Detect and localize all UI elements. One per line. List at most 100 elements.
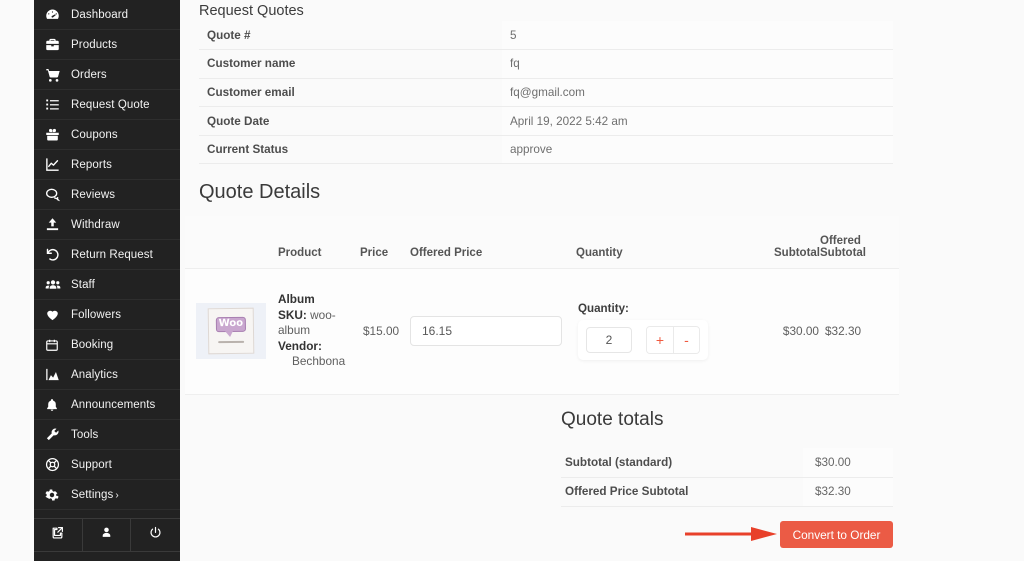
quote-totals-table: Subtotal (standard) $30.00 Offered Price…	[561, 448, 893, 507]
sidebar-item-label: Dashboard	[71, 8, 129, 21]
sketch-line	[218, 340, 245, 343]
sidebar-item-label: Settings ›	[71, 489, 119, 501]
sidebar-item-staff[interactable]: Staff	[34, 270, 180, 300]
sidebar-item-label: Products	[71, 38, 118, 51]
sidebar-item-reports[interactable]: Reports	[34, 150, 180, 180]
info-value: fq	[502, 49, 893, 79]
sidebar-item-support[interactable]: Support	[34, 450, 180, 480]
quantity-input[interactable]	[586, 327, 632, 353]
info-key: Quote #	[199, 21, 502, 51]
woo-album-image: Woo	[207, 307, 255, 355]
sidebar-item-label: Return Request	[71, 248, 153, 261]
sidebar-item-analytics[interactable]: Analytics	[34, 360, 180, 390]
col-thumbnail	[185, 216, 278, 269]
row-offered-subtotal: $32.30	[820, 268, 899, 395]
quantity-decrease-button[interactable]: -	[673, 327, 699, 353]
woo-logo-text: Woo	[218, 317, 244, 330]
sidebar-item-orders[interactable]: Orders	[34, 60, 180, 90]
table-row: Customer name fq	[199, 49, 893, 79]
col-quantity: Quantity	[576, 216, 762, 269]
totals-label: Subtotal (standard)	[561, 448, 803, 478]
right-gutter	[899, 0, 1024, 561]
quantity-stepper: + -	[578, 320, 708, 360]
table-row: Offered Price Subtotal $32.30	[561, 477, 893, 507]
sidebar-item-booking[interactable]: Booking	[34, 330, 180, 360]
sidebar-item-label: Followers	[71, 308, 122, 321]
sidebar-item-followers[interactable]: Followers	[34, 300, 180, 330]
sidebar-item-products[interactable]: Products	[34, 30, 180, 60]
table-header-row: Product Price Offered Price Quantity Sub…	[185, 216, 899, 269]
sidebar-item-announcements[interactable]: Announcements	[34, 390, 180, 420]
shopping-cart-icon	[45, 67, 71, 83]
product-name: Album	[278, 292, 315, 307]
sidebar-item-coupons[interactable]: Coupons	[34, 120, 180, 150]
table-row: Quote # 5	[199, 21, 893, 51]
table-row: Quote Date April 19, 2022 5:42 am	[199, 106, 893, 136]
sidebar-item-label: Reports	[71, 158, 112, 171]
col-offered-subtotal-line1: Offered	[820, 234, 861, 247]
annotation-arrow	[685, 527, 777, 541]
col-offered-subtotal-line2: Subtotal	[820, 246, 866, 259]
vendor-label: Vendor:	[278, 338, 322, 353]
vendor-value: Bechbona	[292, 354, 346, 369]
sidebar-item-label: Withdraw	[71, 218, 120, 231]
external-link-icon	[51, 526, 64, 544]
sidebar-item-label: Orders	[71, 68, 107, 81]
quantity-block: Quantity: + -	[576, 302, 762, 360]
info-value: 5	[502, 21, 893, 51]
sidebar-item-label: Support	[71, 458, 112, 471]
product-thumbnail-cell: Woo	[185, 268, 278, 395]
visit-store-button[interactable]	[34, 519, 83, 551]
power-icon	[149, 526, 162, 544]
app-root: Dashboard Products Orders Request Quote	[0, 0, 1024, 561]
convert-to-order-button[interactable]: Convert to Order	[780, 521, 893, 548]
table-row: Customer email fq@gmail.com	[199, 78, 893, 108]
account-button[interactable]	[83, 519, 132, 551]
wrench-icon	[45, 427, 71, 442]
totals-value: $30.00	[803, 448, 893, 478]
sidebar-item-tools[interactable]: Tools	[34, 420, 180, 450]
info-key: Customer name	[199, 49, 502, 79]
sidebar-item-dashboard[interactable]: Dashboard	[34, 0, 180, 30]
sidebar: Dashboard Products Orders Request Quote	[34, 0, 180, 561]
briefcase-icon	[45, 37, 71, 52]
users-icon	[45, 277, 71, 293]
calendar-icon	[45, 338, 71, 352]
sidebar-item-reviews[interactable]: Reviews	[34, 180, 180, 210]
quote-info-table: Quote # 5 Customer name fq Customer emai…	[199, 21, 893, 165]
chart-line-icon	[45, 157, 71, 172]
sidebar-item-label: Coupons	[71, 128, 118, 141]
info-value: approve	[502, 135, 893, 165]
lifebuoy-icon	[45, 457, 71, 472]
sidebar-item-label: Staff	[71, 278, 95, 291]
main-content: Request Quotes Quote # 5 Customer name f…	[180, 0, 1024, 561]
quantity-increase-button[interactable]: +	[647, 327, 673, 353]
sidebar-footer	[34, 518, 180, 552]
speedometer-icon	[45, 7, 71, 22]
totals-value: $32.30	[803, 477, 893, 507]
sidebar-item-request-quote[interactable]: Request Quote	[34, 90, 180, 120]
offered-price-cell	[410, 268, 576, 395]
totals-label: Offered Price Subtotal	[561, 477, 803, 507]
table-row: Current Status approve	[199, 135, 893, 165]
comments-icon	[45, 187, 71, 203]
quote-details-heading: Quote Details	[199, 181, 321, 203]
logout-button[interactable]	[131, 519, 180, 551]
info-key: Customer email	[199, 78, 502, 108]
sidebar-item-withdraw[interactable]: Withdraw	[34, 210, 180, 240]
woo-logo-icon: Woo	[215, 316, 247, 332]
gear-icon	[45, 488, 71, 502]
sidebar-item-label: Booking	[71, 338, 114, 351]
table-row: Subtotal (standard) $30.00	[561, 448, 893, 478]
sidebar-item-label: Analytics	[71, 368, 118, 381]
product-price: $15.00	[360, 268, 410, 395]
sidebar-item-settings[interactable]: Settings ›	[34, 480, 180, 510]
sidebar-tail	[34, 552, 180, 561]
sku-label: SKU:	[278, 307, 307, 322]
settings-text: Settings	[71, 488, 114, 501]
col-product: Product	[278, 216, 360, 269]
sidebar-item-return-request[interactable]: Return Request	[34, 240, 180, 270]
list-icon	[45, 97, 71, 112]
quote-totals-heading: Quote totals	[561, 409, 664, 430]
offered-price-input[interactable]	[410, 316, 562, 346]
